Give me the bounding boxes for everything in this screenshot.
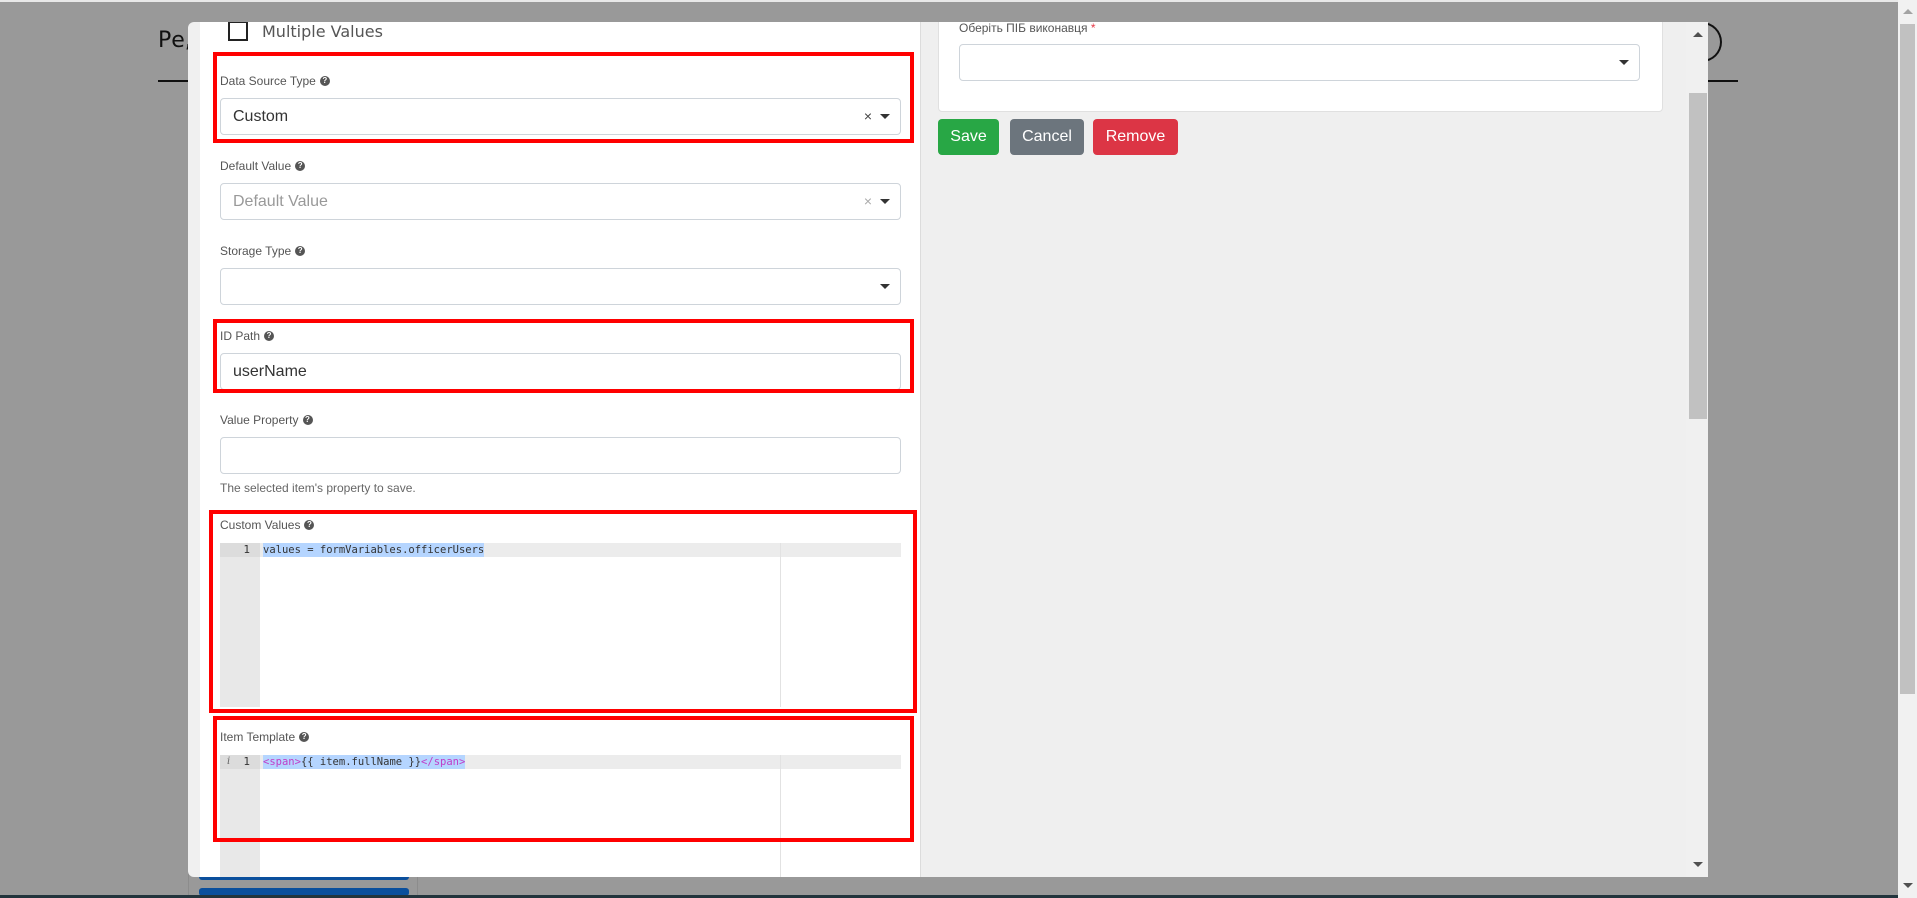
multiple-values-label: Multiple Values: [262, 22, 383, 41]
value-property-label: Value Property ?: [220, 412, 901, 428]
editor-gutter: [220, 543, 260, 707]
value-property-input[interactable]: [220, 437, 901, 474]
custom-values-field: Custom Values ? 1 values = formVariables…: [220, 517, 901, 707]
scrollbar-thumb[interactable]: [1900, 24, 1915, 694]
editor-print-margin: [780, 543, 781, 707]
default-value-placeholder: Default Value: [233, 192, 328, 210]
help-icon[interactable]: ?: [304, 520, 315, 530]
code-line[interactable]: <span>{{ item.fullName }}</span>: [263, 755, 466, 769]
scroll-down-icon[interactable]: [1693, 862, 1703, 867]
clear-icon[interactable]: ×: [864, 108, 872, 124]
item-template-code-editor[interactable]: i 1 <span>{{ item.fullName }}</span>: [220, 755, 901, 877]
chevron-down-icon[interactable]: [880, 284, 890, 289]
multiple-values-checkbox[interactable]: [228, 22, 248, 41]
editor-gutter: [220, 755, 260, 877]
save-button[interactable]: Save: [938, 119, 999, 155]
modal-scrollbar[interactable]: [1686, 22, 1708, 877]
default-value-label: Default Value ?: [220, 158, 901, 174]
line-number: 1: [243, 543, 250, 556]
storage-type-field: Storage Type ?: [220, 243, 901, 305]
code-line[interactable]: values = formVariables.officerUsers: [263, 543, 485, 557]
scrollbar-thumb[interactable]: [1689, 93, 1707, 419]
help-icon[interactable]: ?: [295, 161, 306, 171]
data-source-type-select[interactable]: Custom ×: [220, 98, 901, 135]
chevron-down-icon[interactable]: [880, 114, 890, 119]
help-icon[interactable]: ?: [295, 246, 306, 256]
line-number: 1: [243, 755, 250, 768]
default-value-field: Default Value ? Default Value ×: [220, 158, 901, 220]
template-expression: {{ item.fullName }}: [300, 756, 422, 768]
window-top-border: [0, 0, 1917, 2]
preview-pane: Оберіть ПІБ виконавця * Save Cancel Remo…: [921, 22, 1686, 877]
html-close-tag: </span>: [421, 756, 466, 768]
default-value-select[interactable]: Default Value ×: [220, 183, 901, 220]
action-buttons: Save Cancel Remove: [938, 22, 1238, 162]
id-path-label: ID Path ?: [220, 328, 901, 344]
id-path-input[interactable]: userName: [220, 353, 901, 390]
help-icon[interactable]: ?: [302, 415, 313, 425]
chevron-down-icon[interactable]: [1619, 60, 1629, 65]
multiple-values-row: Multiple Values: [228, 22, 383, 44]
remove-button[interactable]: Remove: [1093, 119, 1178, 155]
cancel-button[interactable]: Cancel: [1010, 119, 1084, 155]
data-source-type-field: Data Source Type ? Custom ×: [220, 73, 901, 135]
value-property-field: Value Property ? The selected item's pro…: [220, 412, 901, 495]
component-edit-modal: Multiple Values Data Source Type ? Custo…: [188, 22, 1708, 877]
storage-type-select[interactable]: [220, 268, 901, 305]
scroll-up-icon[interactable]: [1903, 9, 1913, 14]
scroll-up-icon[interactable]: [1693, 32, 1703, 37]
page-scrollbar[interactable]: [1898, 0, 1917, 898]
settings-pane: Multiple Values Data Source Type ? Custo…: [200, 22, 921, 877]
html-open-tag: <span>: [263, 756, 301, 768]
clear-icon[interactable]: ×: [864, 193, 872, 209]
value-property-hint: The selected item's property to save.: [220, 481, 416, 495]
item-template-label: Item Template ?: [220, 729, 901, 745]
editor-print-margin: [780, 755, 781, 877]
chevron-down-icon[interactable]: [880, 199, 890, 204]
custom-values-code-editor[interactable]: 1 values = formVariables.officerUsers: [220, 543, 901, 707]
help-icon[interactable]: ?: [319, 76, 330, 86]
storage-type-label: Storage Type ?: [220, 243, 901, 259]
custom-values-label: Custom Values ?: [220, 517, 901, 533]
help-icon[interactable]: ?: [264, 331, 275, 341]
page-title: Ре,: [158, 28, 192, 53]
item-template-field: Item Template ? i 1 <span>{{ item.fullNa…: [220, 729, 901, 877]
id-path-field: ID Path ? userName: [220, 328, 901, 390]
scroll-down-icon[interactable]: [1903, 883, 1913, 888]
help-icon[interactable]: ?: [299, 732, 310, 742]
data-source-type-label: Data Source Type ?: [220, 73, 901, 89]
